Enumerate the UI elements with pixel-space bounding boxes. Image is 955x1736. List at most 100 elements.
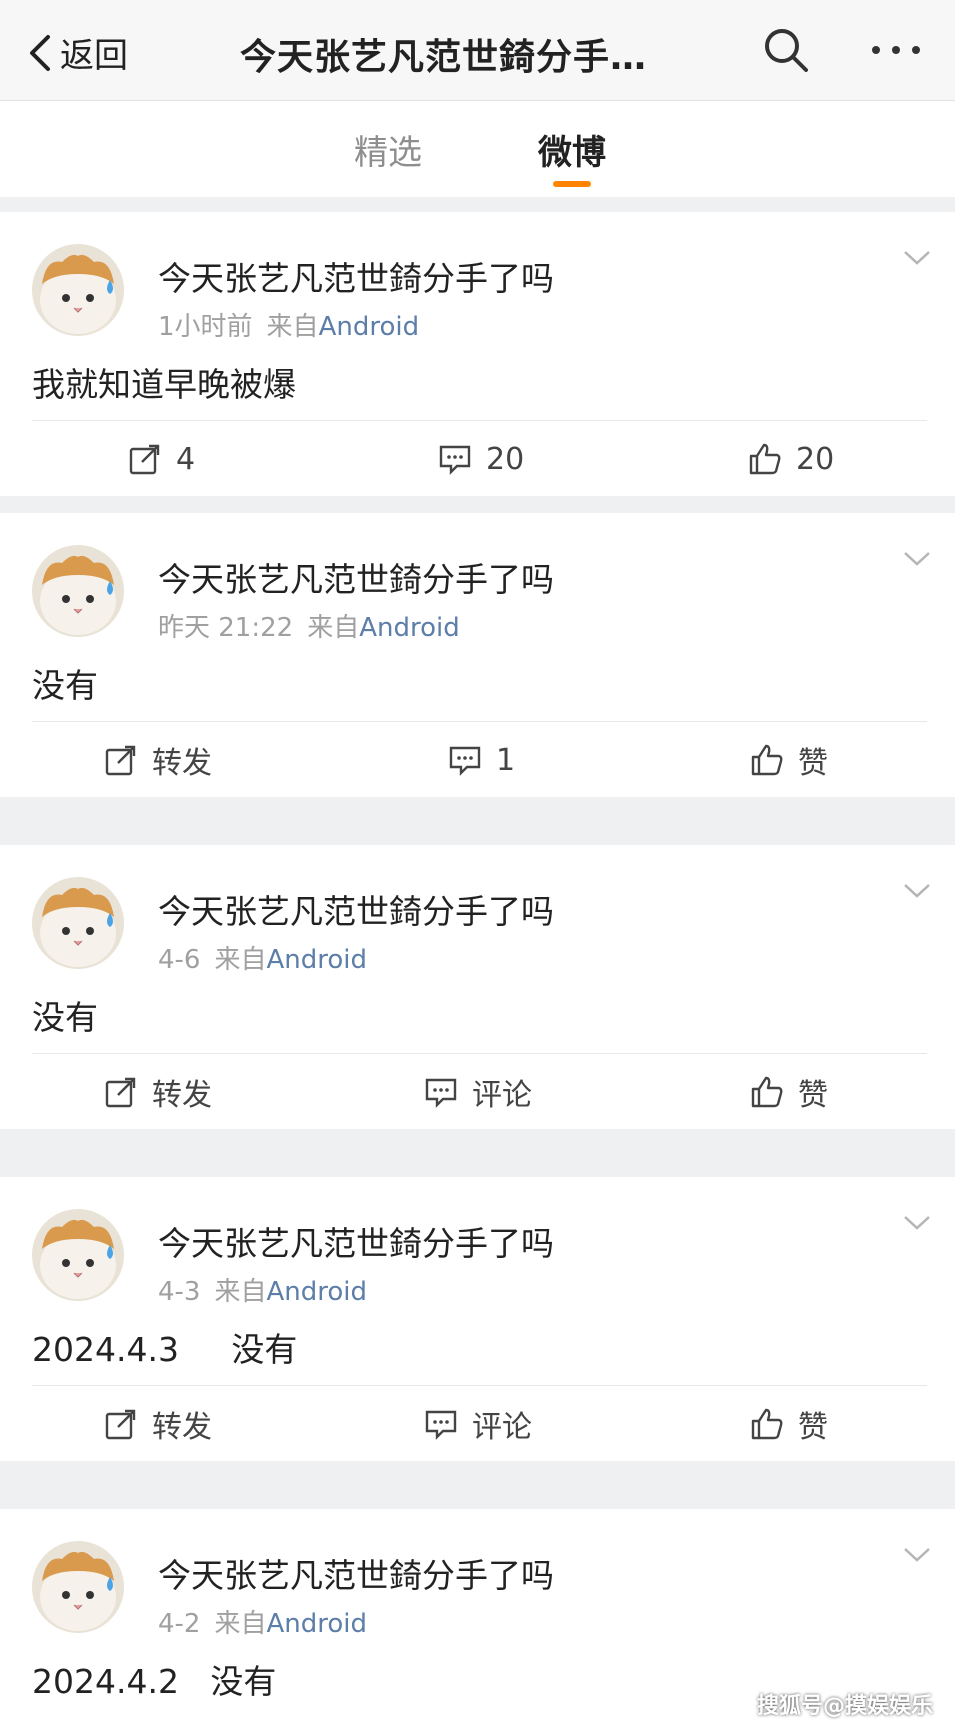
- post-meta: 4-3 来自Android: [158, 1271, 367, 1308]
- chevron-down-icon[interactable]: [902, 549, 932, 569]
- thumbs-up-icon: [751, 744, 783, 776]
- comment-icon: [439, 445, 471, 475]
- like-button[interactable]: 赞: [750, 1069, 828, 1115]
- comment-label: 评论: [472, 1078, 532, 1113]
- post-username[interactable]: 今天张艺凡范世錡分手了吗: [158, 1549, 554, 1597]
- divider: [32, 721, 927, 722]
- cat-avatar-icon: [32, 545, 124, 637]
- post-content: 没有: [32, 666, 98, 705]
- tab-weibo[interactable]: 微博: [538, 125, 606, 174]
- cat-avatar-icon: [32, 1541, 124, 1633]
- post-card[interactable]: 今天张艺凡范世錡分手了吗 4-6 来自Android 没有 转发 评论 赞: [0, 845, 955, 1129]
- source-prefix: 来自: [266, 312, 319, 342]
- repost-label: 转发: [152, 1410, 212, 1445]
- post-meta: 1小时前 来自Android: [158, 306, 419, 343]
- repost-count: 4: [176, 441, 196, 477]
- comment-count: 1: [496, 742, 516, 778]
- repost-button[interactable]: 转发: [104, 737, 212, 783]
- chevron-down-icon[interactable]: [902, 1545, 932, 1565]
- like-label: 赞: [798, 1078, 828, 1113]
- post-content: 2024.4.2 没有: [32, 1662, 277, 1701]
- top-bar: 返回 今天张艺凡范世錡分手…: [0, 0, 955, 101]
- post-card[interactable]: 今天张艺凡范世錡分手了吗 1小时前 来自Android 我就知道早晚被爆 4 20…: [0, 212, 955, 496]
- like-button[interactable]: 赞: [750, 1401, 828, 1447]
- chevron-down-icon[interactable]: [902, 881, 932, 901]
- repost-label: 转发: [152, 746, 212, 781]
- post-username[interactable]: 今天张艺凡范世錡分手了吗: [158, 553, 554, 601]
- post-time: 4-2: [158, 1609, 201, 1639]
- avatar[interactable]: [32, 244, 124, 336]
- comment-label: 评论: [472, 1410, 532, 1445]
- page-title: 今天张艺凡范世錡分手…: [240, 37, 648, 78]
- repost-label: 转发: [152, 1078, 212, 1113]
- post-time: 1小时前: [158, 312, 253, 342]
- post-content: 我就知道早晚被爆: [32, 365, 296, 404]
- like-label: 赞: [798, 1410, 828, 1445]
- post-content: 没有: [32, 998, 98, 1037]
- avatar[interactable]: [32, 1541, 124, 1633]
- tab-featured[interactable]: 精选: [354, 125, 422, 174]
- avatar[interactable]: [32, 545, 124, 637]
- chevron-down-icon[interactable]: [902, 248, 932, 268]
- post-source[interactable]: Android: [266, 1277, 367, 1307]
- cat-avatar-icon: [32, 1209, 124, 1301]
- repost-icon: [105, 1409, 136, 1440]
- active-tab-indicator: [553, 181, 591, 187]
- post-username[interactable]: 今天张艺凡范世錡分手了吗: [158, 252, 554, 300]
- comment-button[interactable]: 评论: [424, 1069, 532, 1115]
- back-button[interactable]: 返回: [24, 28, 128, 77]
- back-label: 返回: [60, 36, 128, 76]
- search-icon[interactable]: [762, 26, 810, 74]
- source-prefix: 来自: [214, 1609, 267, 1639]
- source-prefix: 来自: [307, 613, 360, 643]
- repost-icon: [129, 444, 160, 475]
- like-button[interactable]: 20: [748, 436, 834, 482]
- like-count: 20: [796, 441, 835, 477]
- repost-button[interactable]: 转发: [104, 1069, 212, 1115]
- watermark: 搜狐号@摸娱娱乐: [756, 1694, 933, 1719]
- avatar[interactable]: [32, 877, 124, 969]
- thumbs-up-icon: [751, 1408, 783, 1440]
- post-source[interactable]: Android: [359, 613, 460, 643]
- comment-icon: [425, 1410, 457, 1440]
- post-meta: 4-6 来自Android: [158, 939, 367, 976]
- repost-button[interactable]: 4: [128, 436, 195, 482]
- like-label: 赞: [798, 746, 828, 781]
- like-button[interactable]: 赞: [750, 737, 828, 783]
- post-card[interactable]: 今天张艺凡范世錡分手了吗 昨天 21:22 来自Android 没有 转发 1 赞: [0, 513, 955, 797]
- more-options-icon[interactable]: [866, 30, 926, 70]
- comment-button[interactable]: 评论: [424, 1401, 532, 1447]
- thumbs-up-icon: [749, 443, 781, 475]
- source-prefix: 来自: [214, 1277, 267, 1307]
- divider: [32, 420, 927, 421]
- post-time: 4-6: [158, 945, 201, 975]
- post-time: 4-3: [158, 1277, 201, 1307]
- post-content: 2024.4.3 没有: [32, 1330, 298, 1369]
- cat-avatar-icon: [32, 877, 124, 969]
- comment-icon: [425, 1078, 457, 1108]
- post-time: 昨天 21:22: [158, 613, 294, 643]
- comment-button[interactable]: 20: [438, 436, 524, 482]
- post-card[interactable]: 今天张艺凡范世錡分手了吗 4-3 来自Android 2024.4.3 没有 转发…: [0, 1177, 955, 1461]
- repost-icon: [105, 745, 136, 776]
- cat-avatar-icon: [32, 244, 124, 336]
- chevron-down-icon[interactable]: [902, 1213, 932, 1233]
- comment-button[interactable]: 1: [448, 737, 515, 783]
- post-source[interactable]: Android: [319, 312, 420, 342]
- comment-count: 20: [486, 441, 525, 477]
- post-source[interactable]: Android: [266, 1609, 367, 1639]
- post-meta: 4-2 来自Android: [158, 1603, 367, 1640]
- thumbs-up-icon: [751, 1076, 783, 1108]
- divider: [32, 1385, 927, 1386]
- post-source[interactable]: Android: [266, 945, 367, 975]
- post-username[interactable]: 今天张艺凡范世錡分手了吗: [158, 1217, 554, 1265]
- source-prefix: 来自: [214, 945, 267, 975]
- chevron-left-icon: [30, 34, 50, 71]
- repost-icon: [105, 1077, 136, 1108]
- post-username[interactable]: 今天张艺凡范世錡分手了吗: [158, 885, 554, 933]
- avatar[interactable]: [32, 1209, 124, 1301]
- repost-button[interactable]: 转发: [104, 1401, 212, 1447]
- divider: [32, 1053, 927, 1054]
- post-meta: 昨天 21:22 来自Android: [158, 607, 460, 644]
- tab-bar: 精选 微博: [0, 101, 955, 197]
